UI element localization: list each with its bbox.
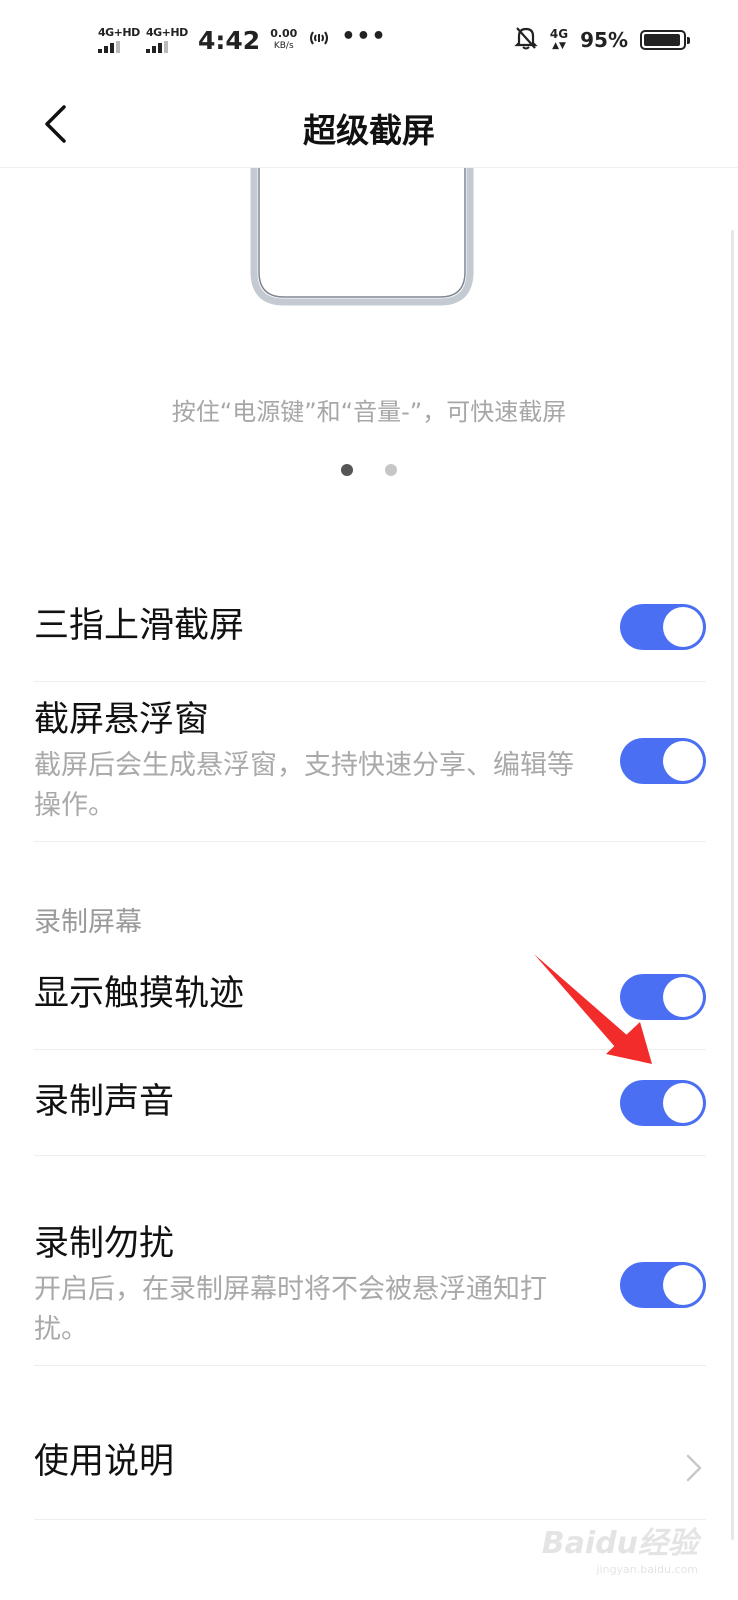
setting-float-window-desc: 截屏后会生成悬浮窗，支持快速分享、编辑等操作。 [34, 750, 574, 821]
carousel-pager [0, 464, 738, 476]
network-activity: ▲▼ [552, 41, 566, 51]
divider [34, 1365, 706, 1366]
pager-dot-2[interactable] [385, 464, 397, 476]
setting-three-finger[interactable]: 三指上滑截屏 [34, 592, 706, 682]
setting-usage-guide[interactable]: 使用说明 [34, 1424, 706, 1520]
page-title: 超级截屏 [303, 111, 435, 150]
float-window-toggle[interactable] [620, 738, 706, 784]
watermark-sub: jingyan.baidu.com [596, 1563, 698, 1576]
status-left: 4G+HD 4G+HD 4:42 0.00 KB/s ••• [98, 20, 387, 60]
phone-illustration [250, 168, 474, 306]
setting-record-dnd-desc: 开启后，在录制屏幕时将不会被悬浮通知打扰。 [34, 1274, 547, 1345]
setting-three-finger-title: 三指上滑截屏 [34, 606, 245, 646]
record-sound-toggle[interactable] [620, 1080, 706, 1126]
battery-percent: 95% [580, 28, 628, 52]
pager-dot-1[interactable] [341, 464, 353, 476]
status-right: 4G ▲▼ 95% [514, 20, 690, 60]
baidu-watermark: Baidu经验 jingyan.baidu.com [541, 1518, 698, 1576]
sim1-signal-icon: 4G+HD [98, 27, 140, 53]
sim1-label: 4G+HD [98, 26, 140, 39]
setting-record-dnd-title: 录制勿扰 [34, 1224, 175, 1264]
app-header: 超级截屏 [0, 80, 738, 168]
setting-record-dnd[interactable]: 录制勿扰 开启后，在录制屏幕时将不会被悬浮通知打扰。 [34, 1210, 706, 1366]
network-speed-unit: KB/s [273, 41, 294, 51]
chevron-right-icon [686, 1454, 702, 1482]
annotation-arrow-icon [534, 954, 652, 1064]
divider [34, 1155, 706, 1156]
network-speed: 0.00 KB/s [270, 28, 297, 52]
network-type: 4G [549, 27, 569, 41]
watermark-text: Baidu经验 [541, 1526, 698, 1561]
divider [34, 841, 706, 842]
setting-float-window[interactable]: 截屏悬浮窗 截屏后会生成悬浮窗，支持快速分享、编辑等操作。 [34, 682, 706, 842]
illustration-caption: 按住“电源键”和“音量-”，可快速截屏 [171, 398, 567, 426]
mobile-data-icon: 4G ▲▼ [550, 28, 568, 52]
three-finger-toggle[interactable] [620, 604, 706, 650]
setting-float-window-title: 截屏悬浮窗 [34, 700, 210, 740]
record-dnd-toggle[interactable] [620, 1262, 706, 1308]
more-notifications-icon: ••• [341, 23, 387, 49]
battery-icon [640, 30, 690, 50]
hotspot-icon [307, 28, 331, 52]
sim2-signal-icon: 4G+HD [146, 27, 188, 53]
section-record-screen: 录制屏幕 [34, 907, 142, 938]
sim2-label: 4G+HD [146, 26, 188, 39]
status-time: 4:42 [198, 25, 261, 55]
setting-record-sound-title: 录制声音 [34, 1082, 175, 1122]
network-speed-value: 0.00 [270, 27, 298, 40]
status-bar: 4G+HD 4G+HD 4:42 0.00 KB/s ••• 4G ▲▼ 95% [0, 0, 738, 80]
bell-off-icon [514, 25, 538, 55]
setting-usage-guide-title: 使用说明 [34, 1442, 175, 1482]
battery-fill [644, 34, 681, 46]
